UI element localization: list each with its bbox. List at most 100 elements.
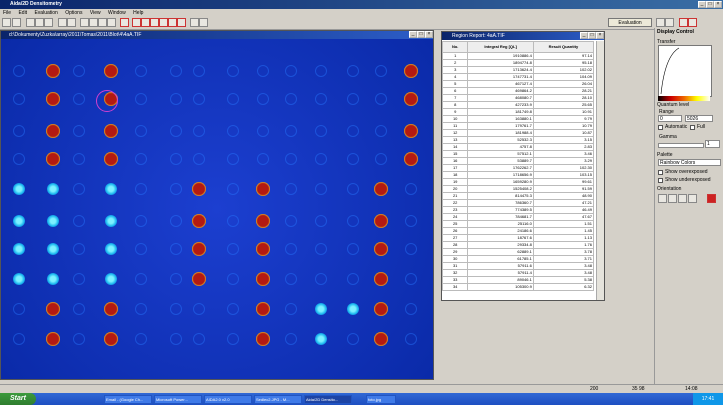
gamma-input[interactable]: 1: [705, 140, 720, 148]
tool-icon[interactable]: [67, 18, 76, 27]
task-sedlec[interactable]: Sedlec2.JPG - M...: [254, 395, 302, 404]
ellipse-icon[interactable]: [141, 18, 150, 27]
automatic-checkbox[interactable]: [658, 125, 663, 130]
table-row[interactable]: 32 57911.4 3.48: [442, 269, 595, 277]
menu-edit[interactable]: Edit: [15, 9, 30, 17]
menu-evaluation[interactable]: Evaluation: [31, 9, 60, 17]
show-overexposed-checkbox[interactable]: [658, 170, 663, 175]
task-aida[interactable]: AIDA2.0 v2.0: [204, 395, 252, 404]
table-row[interactable]: 23 774389.5 46.49: [442, 206, 595, 214]
tool-icon[interactable]: [190, 18, 199, 27]
color-icon[interactable]: [656, 18, 665, 27]
table-row[interactable]: 27 18767.6 1.13: [442, 234, 595, 242]
full-checkbox[interactable]: [690, 125, 695, 130]
start-button[interactable]: Start: [0, 393, 36, 405]
table-row[interactable]: 21 814475.3 48.90: [442, 192, 595, 200]
table-row[interactable]: 8 427233.9 25.65: [442, 101, 595, 109]
menu-options[interactable]: Options: [62, 9, 85, 17]
zoom-icon[interactable]: [89, 18, 98, 27]
table-row[interactable]: 6 469864.2 28.21: [442, 87, 595, 95]
menu-help[interactable]: Help: [130, 9, 146, 17]
show-underexposed-checkbox[interactable]: [658, 178, 663, 183]
table-row[interactable]: 17 1762262.7 102.30: [442, 164, 595, 172]
menu-view[interactable]: View: [87, 9, 104, 17]
table-row[interactable]: 4 1747731.4 104.09: [442, 73, 595, 81]
table-row[interactable]: 31 57911.6 3.48: [442, 262, 595, 270]
table-row[interactable]: 20 1525408.2 91.59: [442, 185, 595, 193]
reset-orientation-icon[interactable]: [688, 194, 697, 203]
pointer-icon[interactable]: [80, 18, 89, 27]
table-row[interactable]: 15 57512.1 3.46: [442, 150, 595, 158]
table-row[interactable]: 7 468080.7 28.10: [442, 94, 595, 102]
table-row[interactable]: 34 105300.9 6.32: [442, 283, 595, 291]
image-close-button[interactable]: ×: [425, 31, 433, 38]
menu-window[interactable]: Window: [105, 9, 129, 17]
table-row[interactable]: 9 181749.8 10.91: [442, 108, 595, 116]
palette-icon[interactable]: [665, 18, 674, 27]
table-row[interactable]: 30 61785.1 3.71: [442, 255, 595, 263]
palette-select[interactable]: Rainbow Colors: [658, 159, 721, 166]
report-scrollbar[interactable]: [596, 41, 604, 300]
tool-icon[interactable]: [26, 18, 35, 27]
report-close-button[interactable]: ×: [596, 32, 604, 39]
table-row[interactable]: 28 29334.8 1.76: [442, 241, 595, 249]
table-row[interactable]: 25 25116.0 1.51: [442, 220, 595, 228]
tool-icon[interactable]: [44, 18, 53, 27]
delete-icon[interactable]: [120, 18, 129, 27]
pen-icon[interactable]: [98, 18, 107, 27]
rotate-left-icon[interactable]: [658, 194, 667, 203]
table-row[interactable]: 18 1718656.9 103.15: [442, 171, 595, 179]
table-row[interactable]: 24 784681.7 47.67: [442, 213, 595, 221]
report-minimize-button[interactable]: _: [580, 32, 588, 39]
task-aida-densito[interactable]: Aida/2D Densito...: [304, 395, 352, 404]
tool-icon[interactable]: [679, 18, 688, 27]
grid-icon[interactable]: [159, 18, 168, 27]
rotate-right-icon[interactable]: [678, 194, 687, 203]
table-row[interactable]: 19 1659280.9 99.61: [442, 178, 595, 186]
table-row[interactable]: 14 4757.8 2.83: [442, 143, 595, 151]
rectangle-icon[interactable]: [132, 18, 141, 27]
tool-icon[interactable]: [35, 18, 44, 27]
range-min-input[interactable]: 0: [658, 115, 682, 122]
region-icon[interactable]: [177, 18, 186, 27]
image-minimize-button[interactable]: _: [409, 31, 417, 38]
evaluation-button[interactable]: Evaluation: [608, 18, 652, 27]
table-row[interactable]: 5 467127.4 26.04: [442, 80, 595, 88]
range-max-input[interactable]: 5026: [685, 115, 713, 122]
task-email[interactable]: Email - (Google Ch...: [104, 395, 152, 404]
tool-icon[interactable]: [58, 18, 67, 27]
table-row[interactable]: 26 24186.6 1.45: [442, 227, 595, 235]
minimize-button[interactable]: _: [698, 1, 706, 8]
table-row[interactable]: 33 89046.1 5.38: [442, 276, 595, 284]
table-row[interactable]: 3 1713624.4 102.02: [442, 66, 595, 74]
flip-vertical-icon[interactable]: [668, 194, 677, 203]
maximize-button[interactable]: □: [706, 1, 714, 8]
close-button[interactable]: ×: [714, 1, 722, 8]
selection-ring[interactable]: [96, 90, 118, 112]
table-row[interactable]: 22 786360.7 47.21: [442, 199, 595, 207]
menu-file[interactable]: File: [0, 9, 14, 17]
region-icon[interactable]: [168, 18, 177, 27]
pipette-icon[interactable]: [107, 18, 116, 27]
open-icon[interactable]: [2, 18, 11, 27]
task-foto[interactable]: foto.jpg: [366, 395, 396, 404]
table-row[interactable]: 2 1894774.8 95.18: [442, 59, 595, 67]
close-panel-icon[interactable]: [707, 194, 716, 203]
table-row[interactable]: 29 62889.1 3.78: [442, 248, 595, 256]
polygon-icon[interactable]: [150, 18, 159, 27]
report-maximize-button[interactable]: □: [588, 32, 596, 39]
save-icon[interactable]: [12, 18, 21, 27]
transfer-curve[interactable]: [658, 45, 712, 97]
table-row[interactable]: 10 163880.1 9.79: [442, 115, 595, 123]
task-powerpoint[interactable]: Microsoft Power...: [154, 395, 202, 404]
image-maximize-button[interactable]: □: [417, 31, 425, 38]
table-row[interactable]: 12 181988.4 10.87: [442, 129, 595, 137]
table-row[interactable]: 13 52532.3 3.15: [442, 136, 595, 144]
tool-icon[interactable]: [688, 18, 697, 27]
gamma-slider[interactable]: [658, 143, 704, 148]
table-row[interactable]: 1 1910886.4 97.14: [442, 52, 595, 60]
table-row[interactable]: 16 53889.7 3.29: [442, 157, 595, 165]
table-row[interactable]: 11 179761.7 10.79: [442, 122, 595, 130]
blot-image[interactable]: [1, 39, 433, 379]
tool-icon[interactable]: [199, 18, 208, 27]
